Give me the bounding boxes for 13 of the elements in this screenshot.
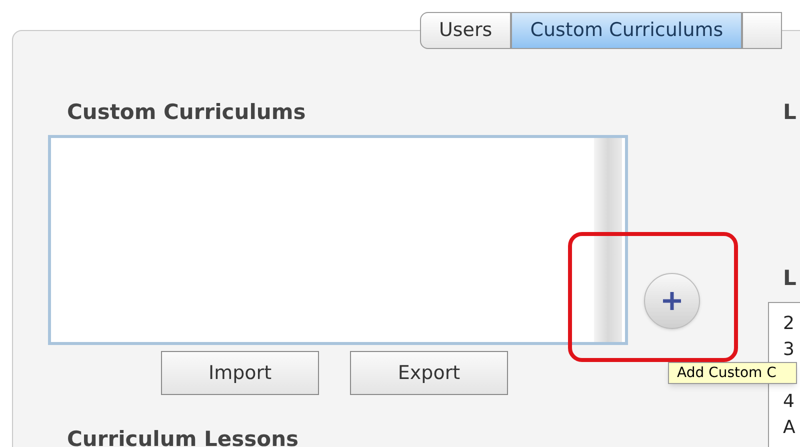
list-item[interactable]: A bbox=[783, 415, 800, 441]
action-button[interactable]: Import bbox=[161, 351, 319, 395]
tab[interactable]: Users bbox=[420, 12, 512, 49]
tooltip: Add Custom C bbox=[668, 362, 798, 384]
list-item[interactable]: 4 bbox=[783, 389, 800, 415]
column-heading: L bbox=[783, 99, 798, 126]
section-heading: Custom Curriculums bbox=[67, 99, 307, 126]
section-heading: Curriculum Lessons bbox=[67, 426, 300, 447]
column-heading: L bbox=[783, 265, 798, 292]
tab[interactable]: Custom Curriculums bbox=[511, 12, 742, 49]
action-button[interactable]: Export bbox=[350, 351, 508, 395]
list-item[interactable]: 3 bbox=[783, 337, 800, 363]
list-item[interactable]: 2 bbox=[783, 311, 800, 337]
